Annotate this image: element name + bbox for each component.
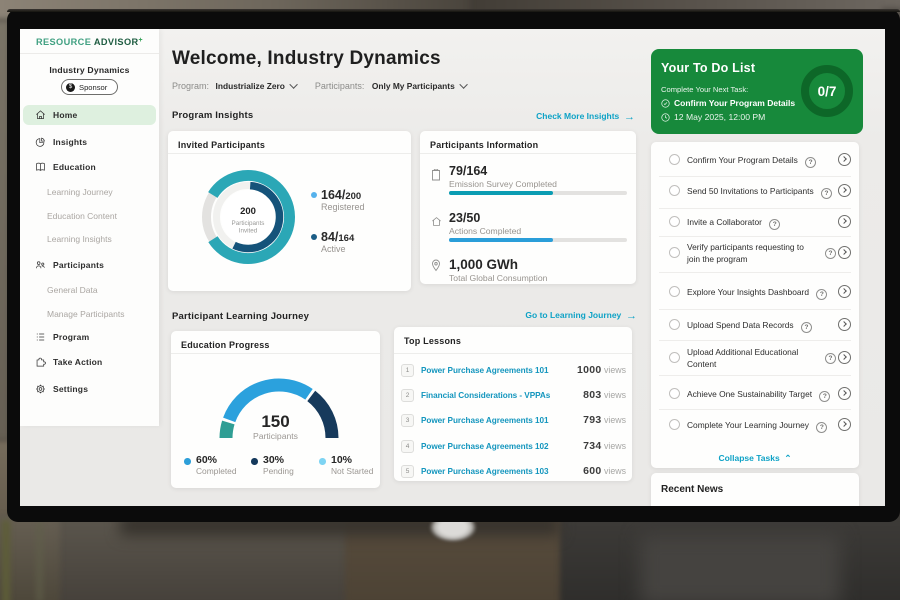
svg-text:200: 200 <box>240 206 256 217</box>
svg-text:Invited: Invited <box>239 228 258 235</box>
svg-text:Participants: Participants <box>232 220 265 227</box>
